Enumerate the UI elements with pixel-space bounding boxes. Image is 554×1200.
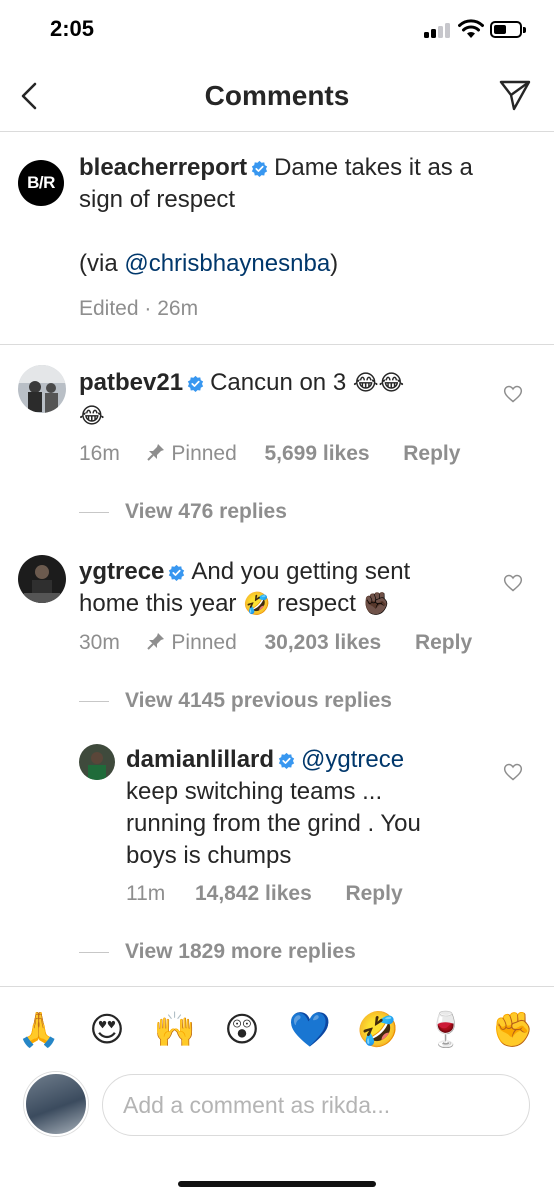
comment-body-line-2a: home this year (79, 590, 237, 617)
pin-icon (146, 444, 164, 461)
likes-count[interactable]: 30,203 likes (264, 631, 381, 654)
view-replies-label: View 476 replies (125, 500, 287, 523)
comment-username[interactable]: patbev21 (79, 369, 183, 396)
reply-button[interactable]: Reply (415, 631, 472, 654)
reply-username[interactable]: damianlillard (126, 746, 274, 773)
comment-text: patbev21 Cancun on 3 😂😂 😂 (79, 367, 479, 433)
comment-input[interactable] (102, 1074, 530, 1136)
status-bar: 2:05 (0, 0, 554, 60)
ygtrece-avatar[interactable] (18, 555, 66, 603)
reply-meta: 11m 14,842 likes Reply (126, 882, 403, 906)
emoji-quick-bar: 🙏 😍 🙌 😲 💙 🤣 🍷 ✊ (0, 986, 554, 1066)
verified-badge-icon (187, 375, 204, 392)
caption-via-suffix: ) (330, 250, 339, 277)
navigation-header: Comments (0, 60, 554, 132)
verified-badge-icon (278, 752, 295, 769)
post-caption: B/R bleacherreport Dame takes it as a sig… (0, 140, 554, 345)
view-replies-link[interactable]: View 476 replies (79, 500, 287, 524)
reply-line-3: boys is chumps (126, 842, 292, 869)
caption-username[interactable]: bleacherreport (79, 154, 247, 181)
raised-fist-emoji: ✊🏿 (362, 592, 390, 617)
caption-text: bleacherreport Dame takes it as a sign of… (79, 152, 529, 280)
verified-badge-icon (251, 160, 268, 177)
emoji-heart-eyes-button[interactable]: 😍 (84, 1007, 130, 1053)
caption-meta: Edited · 26m (79, 297, 199, 320)
comment-body-line-2b: respect (277, 590, 356, 617)
damianlillard-avatar[interactable] (79, 744, 115, 780)
comment-time: 30m (79, 631, 120, 654)
emoji-wine-glass-button[interactable]: 🍷 (423, 1007, 469, 1053)
view-more-label: View 1829 more replies (125, 940, 356, 963)
reply-time: 11m (126, 882, 166, 905)
thread-divider (79, 700, 109, 702)
comment-username[interactable]: ygtrece (79, 558, 164, 585)
pinned-label: Pinned (171, 442, 237, 465)
thread-divider (79, 511, 109, 513)
battery-icon (490, 21, 526, 38)
reply-line-2: running from the grind . You (126, 810, 421, 837)
caption-line-2: sign of respect (79, 186, 236, 213)
caption-mention-link[interactable]: @chrisbhaynesnba (124, 250, 330, 277)
view-more-replies-link[interactable]: View 1829 more replies (79, 940, 356, 964)
direct-share-icon[interactable] (498, 78, 532, 112)
wifi-icon (458, 19, 484, 38)
reply-line-1: keep switching teams ... (126, 778, 383, 805)
emoji-pray-button[interactable]: 🙏 (16, 1007, 62, 1053)
page-title: Comments (204, 80, 350, 111)
reply-button[interactable]: Reply (403, 442, 460, 465)
laughing-emoji: 😂 (79, 404, 105, 429)
reply-mention-link[interactable]: @ygtrece (301, 746, 404, 773)
comment-meta: 30m Pinned 30,203 likes Reply (79, 631, 472, 655)
pinned-label: Pinned (171, 631, 237, 654)
comment-meta: 16m Pinned 5,699 likes Reply (79, 442, 460, 466)
cellular-signal-icon (424, 22, 454, 38)
home-indicator[interactable] (178, 1181, 376, 1187)
laughing-emoji: 😂😂 (352, 371, 405, 396)
thread-divider (79, 951, 109, 953)
comment-time: 16m (79, 442, 120, 465)
emoji-rofl-button[interactable]: 🤣 (355, 1007, 401, 1053)
bleacherreport-avatar[interactable]: B/R (18, 160, 64, 206)
pin-icon (146, 633, 164, 650)
caption-line-1: Dame takes it as a (274, 154, 473, 181)
heart-icon[interactable] (503, 384, 523, 404)
comment-composer (0, 1068, 554, 1148)
likes-count[interactable]: 5,699 likes (264, 442, 369, 465)
emoji-astonished-button[interactable]: 😲 (219, 1007, 265, 1053)
current-user-avatar (24, 1072, 88, 1136)
emoji-blue-heart-button[interactable]: 💙 (287, 1007, 333, 1053)
view-previous-replies-link[interactable]: View 4145 previous replies (79, 689, 392, 713)
comment-body-line-1: And you getting sent (191, 558, 411, 585)
emoji-raised-fist-button[interactable]: ✊ (490, 1007, 536, 1053)
comment-body: Cancun on 3 (210, 369, 347, 396)
heart-icon[interactable] (503, 573, 523, 593)
caption-via-prefix: (via (79, 250, 125, 277)
status-time: 2:05 (50, 16, 95, 41)
emoji-raised-hands-button[interactable]: 🙌 (152, 1007, 198, 1053)
likes-count[interactable]: 14,842 likes (195, 882, 312, 905)
verified-badge-icon (169, 564, 185, 581)
comment-text: ygtrece And you getting sent home this ye… (79, 556, 499, 621)
view-replies-label: View 4145 previous replies (125, 689, 392, 712)
reply-text: damianlillard @ygtrece keep switching tea… (126, 744, 496, 872)
reply-button[interactable]: Reply (345, 882, 402, 905)
heart-icon[interactable] (503, 762, 523, 782)
rofl-emoji: 🤣 (243, 592, 271, 617)
patbev21-avatar[interactable] (18, 365, 66, 413)
